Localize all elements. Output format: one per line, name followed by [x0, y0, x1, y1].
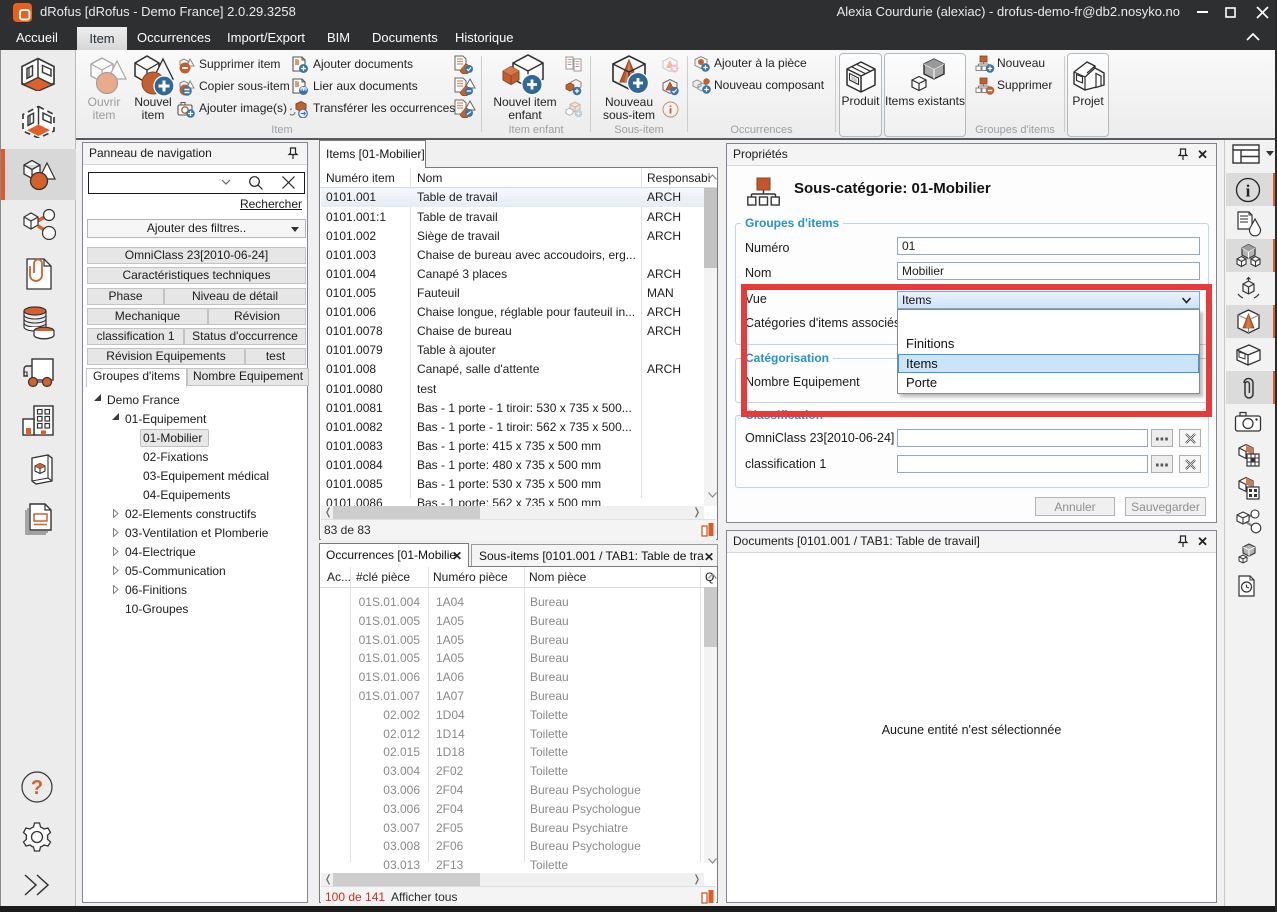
svg-text:?: ?	[31, 777, 43, 799]
svg-text:i: i	[1246, 182, 1251, 201]
